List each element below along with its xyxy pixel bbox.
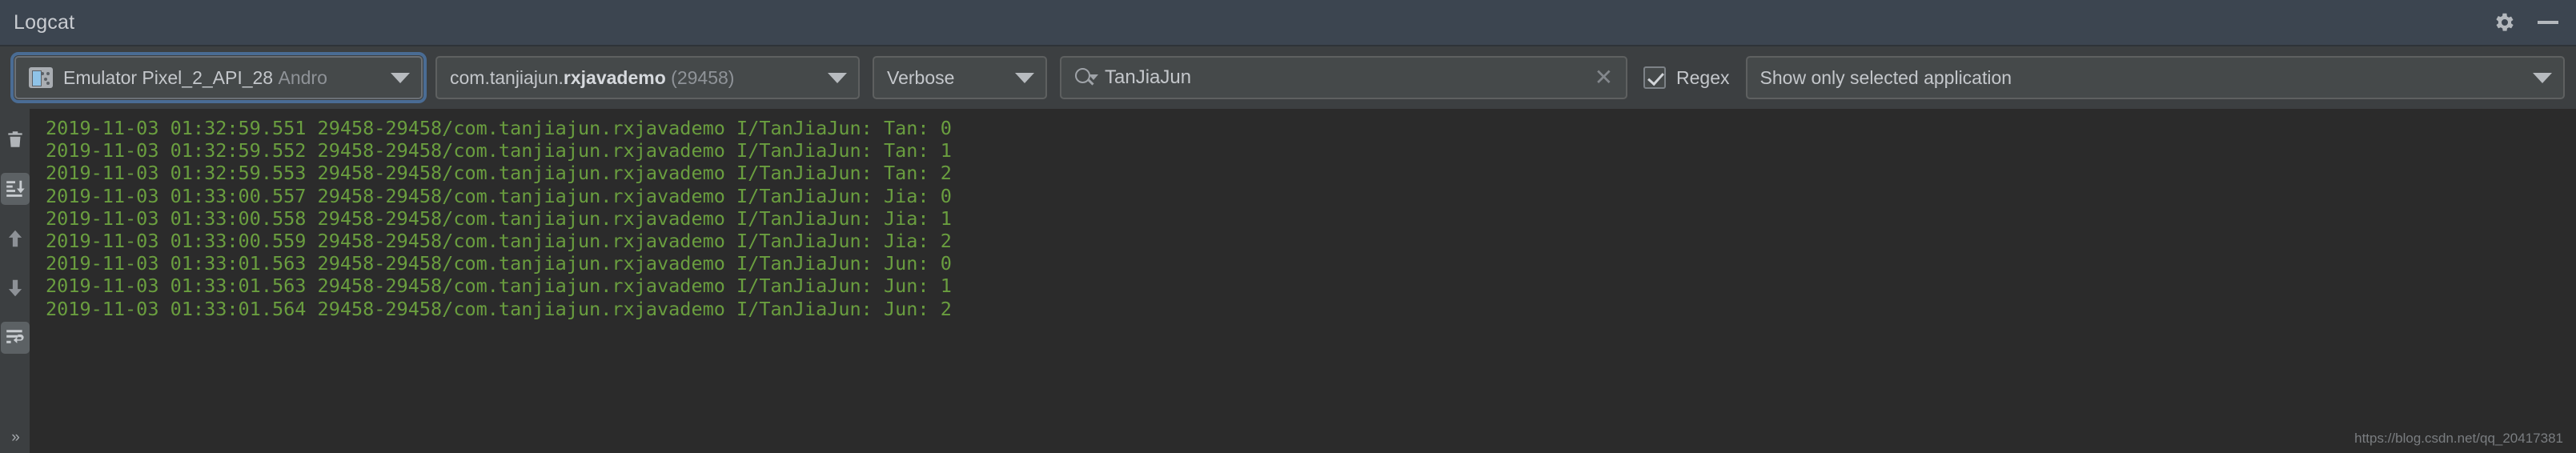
- log-line: 2019-11-03 01:33:00.559 29458-29458/com.…: [46, 230, 952, 253]
- page-title: Logcat: [14, 10, 75, 34]
- titlebar-actions: [2493, 10, 2558, 34]
- regex-checkbox[interactable]: Regex: [1640, 66, 1732, 89]
- process-selector[interactable]: com.tanjiajun.rxjavademo (29458): [435, 56, 860, 99]
- arrow-down-icon: [8, 279, 22, 297]
- up-the-stack-trace-button[interactable]: [1, 222, 30, 255]
- log-line: 2019-11-03 01:32:59.552 29458-29458/com.…: [46, 139, 952, 162]
- close-icon[interactable]: ✕: [1587, 66, 1613, 89]
- logcat-window: Logcat Emulator Pixel_2_API_28 Andro com…: [0, 0, 2576, 453]
- log-line: 2019-11-03 01:33:01.563 29458-29458/com.…: [46, 252, 952, 275]
- arrow-up-icon: [8, 230, 22, 247]
- log-line: 2019-11-03 01:32:59.553 29458-29458/com.…: [46, 162, 952, 185]
- clear-logcat-button[interactable]: [1, 123, 30, 155]
- device-icon: [29, 67, 53, 88]
- log-line: 2019-11-03 01:32:59.551 29458-29458/com.…: [46, 117, 952, 139]
- minimize-icon[interactable]: [2538, 21, 2558, 24]
- filter-selector-label: Show only selected application: [1759, 66, 2012, 88]
- logcat-toolbar: Emulator Pixel_2_API_28 Andro com.tanjia…: [0, 46, 2576, 109]
- log-line: 2019-11-03 01:33:00.557 29458-29458/com.…: [46, 184, 952, 207]
- window-titlebar: Logcat: [0, 0, 2576, 46]
- chevron-down-icon[interactable]: [828, 72, 847, 83]
- log-level-label: Verbose: [887, 66, 955, 88]
- expand-toolbar-button[interactable]: »: [11, 429, 19, 447]
- trash-icon: [7, 131, 22, 147]
- log-line: 2019-11-03 01:33:01.563 29458-29458/com.…: [46, 275, 952, 298]
- chevron-down-icon[interactable]: [2533, 72, 2552, 83]
- gear-icon[interactable]: [2493, 10, 2517, 34]
- device-selector-label: Emulator Pixel_2_API_28 Andro: [63, 66, 327, 88]
- regex-checkbox-box[interactable]: [1643, 66, 1667, 89]
- scroll-to-end-icon: [6, 180, 25, 197]
- watermark: https://blog.csdn.net/qq_20417381: [2354, 431, 2563, 446]
- down-the-stack-trace-button[interactable]: [1, 272, 30, 304]
- regex-checkbox-label: Regex: [1676, 66, 1730, 88]
- log-line: 2019-11-03 01:33:00.558 29458-29458/com.…: [46, 206, 952, 230]
- soft-wrap-button[interactable]: [0, 322, 30, 354]
- search-input-value: TanJiaJun: [1105, 66, 1192, 88]
- chevron-down-icon[interactable]: [1015, 72, 1034, 83]
- search-icon[interactable]: [1074, 66, 1098, 89]
- log-line: 2019-11-03 01:33:01.564 29458-29458/com.…: [46, 297, 952, 320]
- filter-selector[interactable]: Show only selected application: [1745, 56, 2565, 99]
- process-selector-label: com.tanjiajun.rxjavademo (29458): [450, 66, 735, 88]
- logcat-output[interactable]: 2019-11-03 01:32:59.551 29458-29458/com.…: [30, 109, 2576, 453]
- chevron-down-icon[interactable]: [391, 72, 410, 83]
- log-level-selector[interactable]: Verbose: [873, 56, 1047, 99]
- soft-wrap-icon: [6, 330, 24, 343]
- search-input[interactable]: TanJiaJun ✕: [1060, 56, 1628, 99]
- logcat-toolbar-rail: »: [0, 109, 30, 453]
- scroll-to-end-button[interactable]: [0, 173, 30, 205]
- device-selector[interactable]: Emulator Pixel_2_API_28 Andro: [10, 52, 427, 103]
